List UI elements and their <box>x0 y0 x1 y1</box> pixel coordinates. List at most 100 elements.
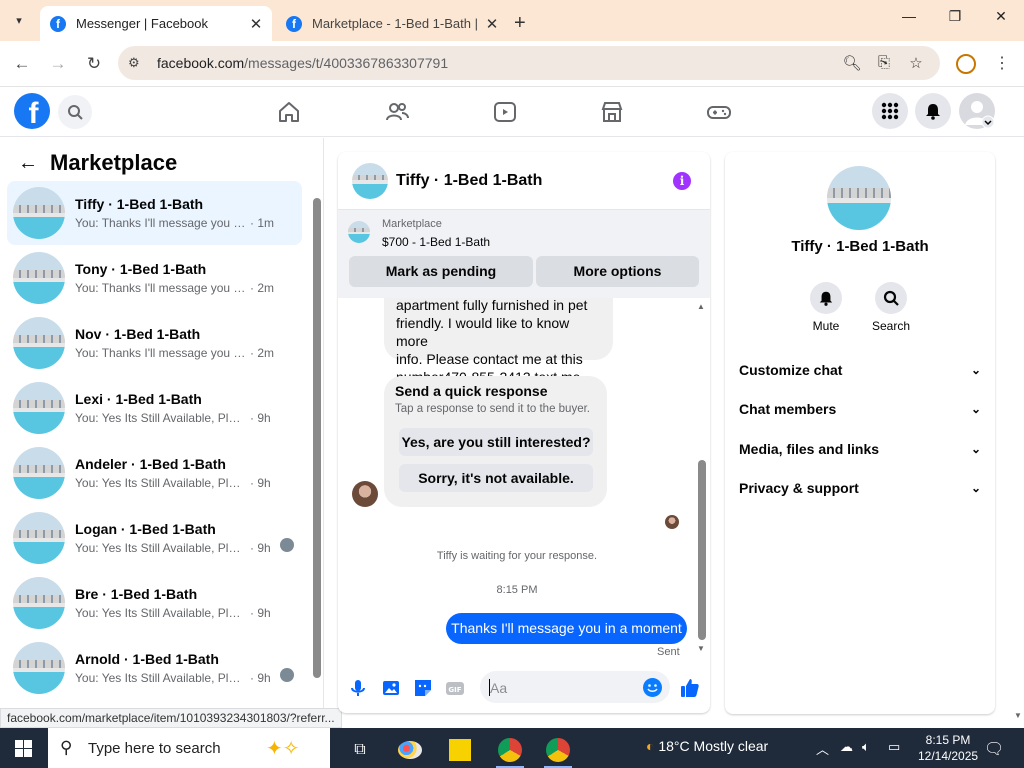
sent-status: Sent <box>657 646 680 658</box>
facebook-search-button[interactable] <box>58 95 92 129</box>
conversation-name: Logan · 1-Bed 1-Bath <box>75 521 216 537</box>
conversation-name: Lexi · 1-Bed 1-Bath <box>75 391 202 407</box>
scroll-down-icon[interactable]: ▼ <box>697 644 705 653</box>
conversation-item-bre[interactable]: Bre · 1-Bed 1-Bath You: Yes Its Still Ava… <box>7 571 302 635</box>
message-composer: GIF Aa <box>338 667 710 707</box>
facebook-favicon-icon: f <box>50 15 66 32</box>
listing-avatar <box>13 317 65 369</box>
chat-avatar[interactable] <box>352 162 388 199</box>
network-icon[interactable]: ▭ <box>888 739 900 755</box>
conversation-item-andeler[interactable]: Andeler · 1-Bed 1-Bath You: Yes Its Still… <box>7 441 302 505</box>
menu-grid-button[interactable] <box>872 93 908 129</box>
mute-button[interactable]: Mute <box>796 282 856 333</box>
site-info-icon[interactable]: ⚙ <box>128 55 140 71</box>
facebook-logo-icon[interactable]: f <box>14 93 50 129</box>
search-icon <box>883 290 899 306</box>
tab-close-icon[interactable]: ✕ <box>246 15 266 33</box>
address-bar[interactable]: ⚙ facebook.com/messages/t/40033678633077… <box>118 46 940 80</box>
bookmark-star-icon[interactable]: ☆ <box>906 54 926 72</box>
forward-icon[interactable]: → <box>46 52 70 76</box>
privacy-support-section[interactable]: Privacy & support ⌄ <box>739 476 981 500</box>
url-text[interactable]: facebook.com/messages/t/4003367863307791 <box>157 55 448 71</box>
browser-menu-icon[interactable]: ⋮ <box>994 53 1010 73</box>
back-arrow-icon[interactable]: ← <box>18 152 38 175</box>
home-icon[interactable] <box>276 99 302 125</box>
install-app-icon[interactable]: ⎘ <box>874 54 894 71</box>
conversation-item-lexi[interactable]: Lexi · 1-Bed 1-Bath You: Yes Its Still Av… <box>7 376 302 440</box>
taskbar-clock[interactable]: 8:15 PM 12/14/2025 <box>918 732 978 764</box>
reload-icon[interactable]: ↻ <box>82 52 106 76</box>
tab-marketplace[interactable]: f Marketplace - 1-Bed 1-Bath | Fa ✕ <box>276 6 508 41</box>
windows-start-icon[interactable] <box>15 740 32 757</box>
sticky-notes-icon[interactable] <box>440 732 480 768</box>
taskbar-search-box[interactable]: ⚲ Type here to search ✦✧ <box>48 728 330 768</box>
page-scrollbar[interactable]: ▼ <box>1012 137 1024 727</box>
conversation-item-tiffy[interactable]: Tiffy · 1-Bed 1-Bath You: Thanks I'll mes… <box>7 181 302 245</box>
gaming-icon[interactable] <box>706 99 732 125</box>
scroll-up-icon[interactable]: ▲ <box>697 302 705 311</box>
conversation-snippet: You: Thanks I'll message you in a ... <box>75 346 247 360</box>
profile-icon[interactable] <box>956 54 976 74</box>
marketplace-icon[interactable] <box>599 99 625 125</box>
notifications-center-icon[interactable]: 🗨︎ <box>984 739 1004 759</box>
restore-icon[interactable]: ❐ <box>940 8 970 25</box>
listing-thumbnail[interactable] <box>348 221 370 243</box>
sticker-icon[interactable] <box>412 677 434 699</box>
paint-app-icon[interactable] <box>390 732 430 768</box>
media-files-links-section[interactable]: Media, files and links ⌄ <box>739 437 981 461</box>
chat-info-panel: Tiffy · 1-Bed 1-Bath Mute Search Customi… <box>725 152 995 714</box>
search-conversation-button[interactable]: Search <box>861 282 921 333</box>
conversation-item-logan[interactable]: Logan · 1-Bed 1-Bath You: Yes Its Still A… <box>7 506 302 570</box>
more-options-button[interactable]: More options <box>536 256 699 287</box>
message-thread: apartment fully furnished in pet friendl… <box>338 298 710 658</box>
microphone-icon[interactable] <box>347 677 369 699</box>
chat-profile-avatar[interactable] <box>827 166 891 230</box>
listing-price[interactable]: $700 - 1-Bed 1-Bath <box>382 235 490 249</box>
zoom-icon[interactable]: 🔍︎ <box>842 54 862 72</box>
thumbs-up-icon[interactable] <box>679 677 701 699</box>
volume-icon[interactable]: 🔈︎ <box>862 739 870 755</box>
message-input[interactable]: Aa <box>480 671 670 703</box>
scrollbar-thumb[interactable] <box>313 198 321 678</box>
video-icon[interactable] <box>492 99 518 125</box>
info-icon[interactable]: i <box>673 172 691 190</box>
list-scrollbar[interactable] <box>313 198 321 678</box>
network-drive-icon[interactable]: ☁ <box>840 739 853 755</box>
friends-icon[interactable] <box>384 99 410 125</box>
grid-icon <box>881 102 899 120</box>
customize-chat-section[interactable]: Customize chat ⌄ <box>739 358 981 382</box>
task-view-icon[interactable]: ⧉ <box>340 732 380 768</box>
conversation-item-nov[interactable]: Nov · 1-Bed 1-Bath You: Thanks I'll messa… <box>7 311 302 375</box>
tab-search-dropdown[interactable]: ▾ <box>6 8 32 32</box>
minimize-icon[interactable]: — <box>894 8 924 24</box>
gif-icon[interactable]: GIF <box>444 677 466 699</box>
scroll-down-icon[interactable]: ▼ <box>1014 711 1022 720</box>
emoji-icon[interactable] <box>643 678 662 697</box>
tab-messenger[interactable]: f Messenger | Facebook ✕ <box>40 6 272 41</box>
hidden-icons-chevron-icon[interactable]: ︿ <box>816 739 829 758</box>
chrome-profile-icon[interactable] <box>538 732 578 768</box>
window-close-icon[interactable]: ✕ <box>986 8 1016 25</box>
quick-reply-still-interested[interactable]: Yes, are you still interested? <box>399 428 593 456</box>
back-icon[interactable]: ← <box>10 52 34 76</box>
outgoing-message: Thanks I'll message you in a moment <box>446 613 687 644</box>
sender-avatar[interactable] <box>352 481 378 507</box>
chat-members-section[interactable]: Chat members ⌄ <box>739 397 981 421</box>
conversation-snippet: You: Yes Its Still Available, Please... <box>75 541 247 555</box>
chat-scrollbar[interactable]: ▲ ▼ <box>696 300 706 656</box>
account-avatar[interactable] <box>959 93 995 129</box>
quick-response-subtitle: Tap a response to send it to the buyer. <box>395 403 590 415</box>
tab-close-icon[interactable]: ✕ <box>482 15 502 33</box>
notifications-button[interactable] <box>915 93 951 129</box>
conversation-item-arnold[interactable]: Arnold · 1-Bed 1-Bath You: Yes Its Still … <box>7 636 302 700</box>
weather-widget[interactable]: ◐ 18°C Mostly clear <box>646 738 768 754</box>
conversation-item-tony[interactable]: Tony · 1-Bed 1-Bath You: Thanks I'll mess… <box>7 246 302 310</box>
chrome-icon[interactable] <box>490 732 530 768</box>
mark-as-pending-button[interactable]: Mark as pending <box>349 256 533 287</box>
photo-icon[interactable] <box>380 677 402 699</box>
quick-reply-not-available[interactable]: Sorry, it's not available. <box>399 464 593 492</box>
listing-banner: Marketplace $700 - 1-Bed 1-Bath Mark as … <box>338 210 710 298</box>
scrollbar-thumb[interactable] <box>698 460 706 640</box>
chat-title[interactable]: Tiffy · 1-Bed 1-Bath <box>396 172 542 190</box>
new-tab-icon[interactable]: + <box>514 12 526 35</box>
